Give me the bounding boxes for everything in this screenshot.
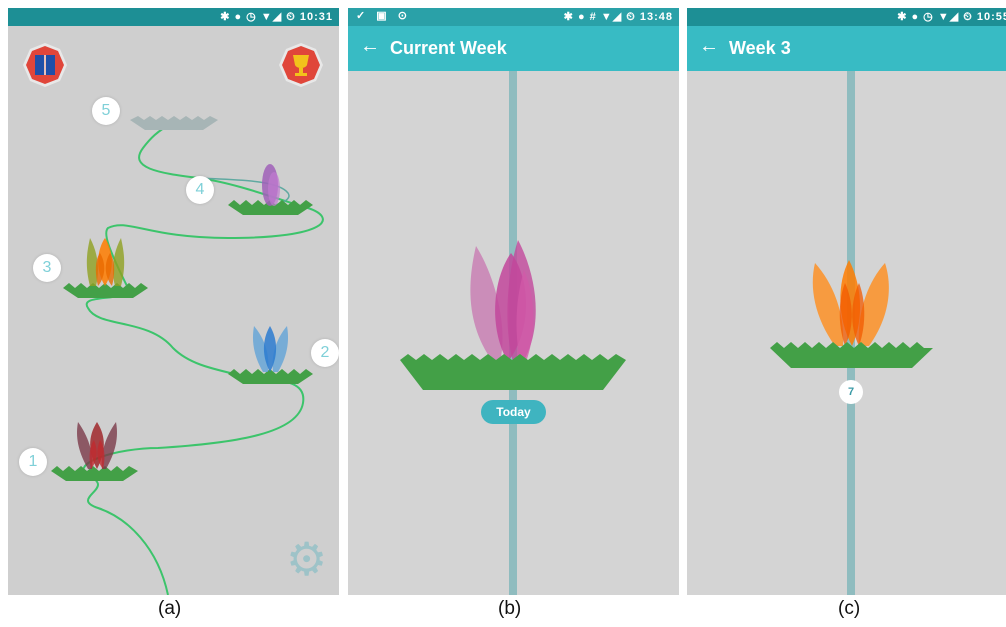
panel-b-caption: (b) bbox=[498, 598, 522, 619]
current-week-screen: ✓ ▣ ⊙ ✱ ● # ▼◢ ⏲ 13:48 ← Current Week To… bbox=[348, 8, 679, 595]
day-number-badge[interactable]: 7 bbox=[839, 380, 863, 404]
level-5-pad bbox=[130, 116, 218, 130]
level-2-lotus bbox=[228, 326, 313, 384]
level-3-lotus bbox=[63, 238, 148, 298]
pink-lotus bbox=[470, 240, 536, 362]
level-4-lotus bbox=[228, 164, 313, 215]
panel-a-caption: (a) bbox=[158, 598, 182, 619]
week-flower-scene bbox=[400, 240, 626, 390]
level-badge-5[interactable]: 5 bbox=[92, 97, 120, 125]
level-badge-4[interactable]: 4 bbox=[186, 176, 214, 204]
level-map-scene bbox=[51, 116, 324, 595]
trophy-icon bbox=[279, 43, 323, 87]
level-badge-2[interactable]: 2 bbox=[311, 339, 339, 367]
orange-lotus bbox=[812, 260, 889, 346]
book-icon bbox=[23, 43, 67, 87]
level-badge-1[interactable]: 1 bbox=[19, 448, 47, 476]
week-detail-screen: ✱ ● ◷ ▼◢ ⏲ 10:55 ← Week 3 7 bbox=[687, 8, 1006, 595]
today-badge[interactable]: Today bbox=[481, 400, 546, 424]
trophy-button[interactable] bbox=[278, 42, 324, 88]
week-flower-scene bbox=[770, 260, 933, 368]
gear-icon[interactable]: ⚙ bbox=[286, 536, 327, 582]
panel-c-caption: (c) bbox=[838, 598, 861, 619]
lily-pad bbox=[400, 354, 626, 390]
lily-pad bbox=[770, 342, 933, 368]
book-button[interactable] bbox=[22, 42, 68, 88]
level-map-screen: ✱ ● ◷ ▼◢ ⏲ 10:31 5 4 3 2 1 ⚙ bbox=[8, 8, 339, 595]
level-badge-3[interactable]: 3 bbox=[33, 254, 61, 282]
